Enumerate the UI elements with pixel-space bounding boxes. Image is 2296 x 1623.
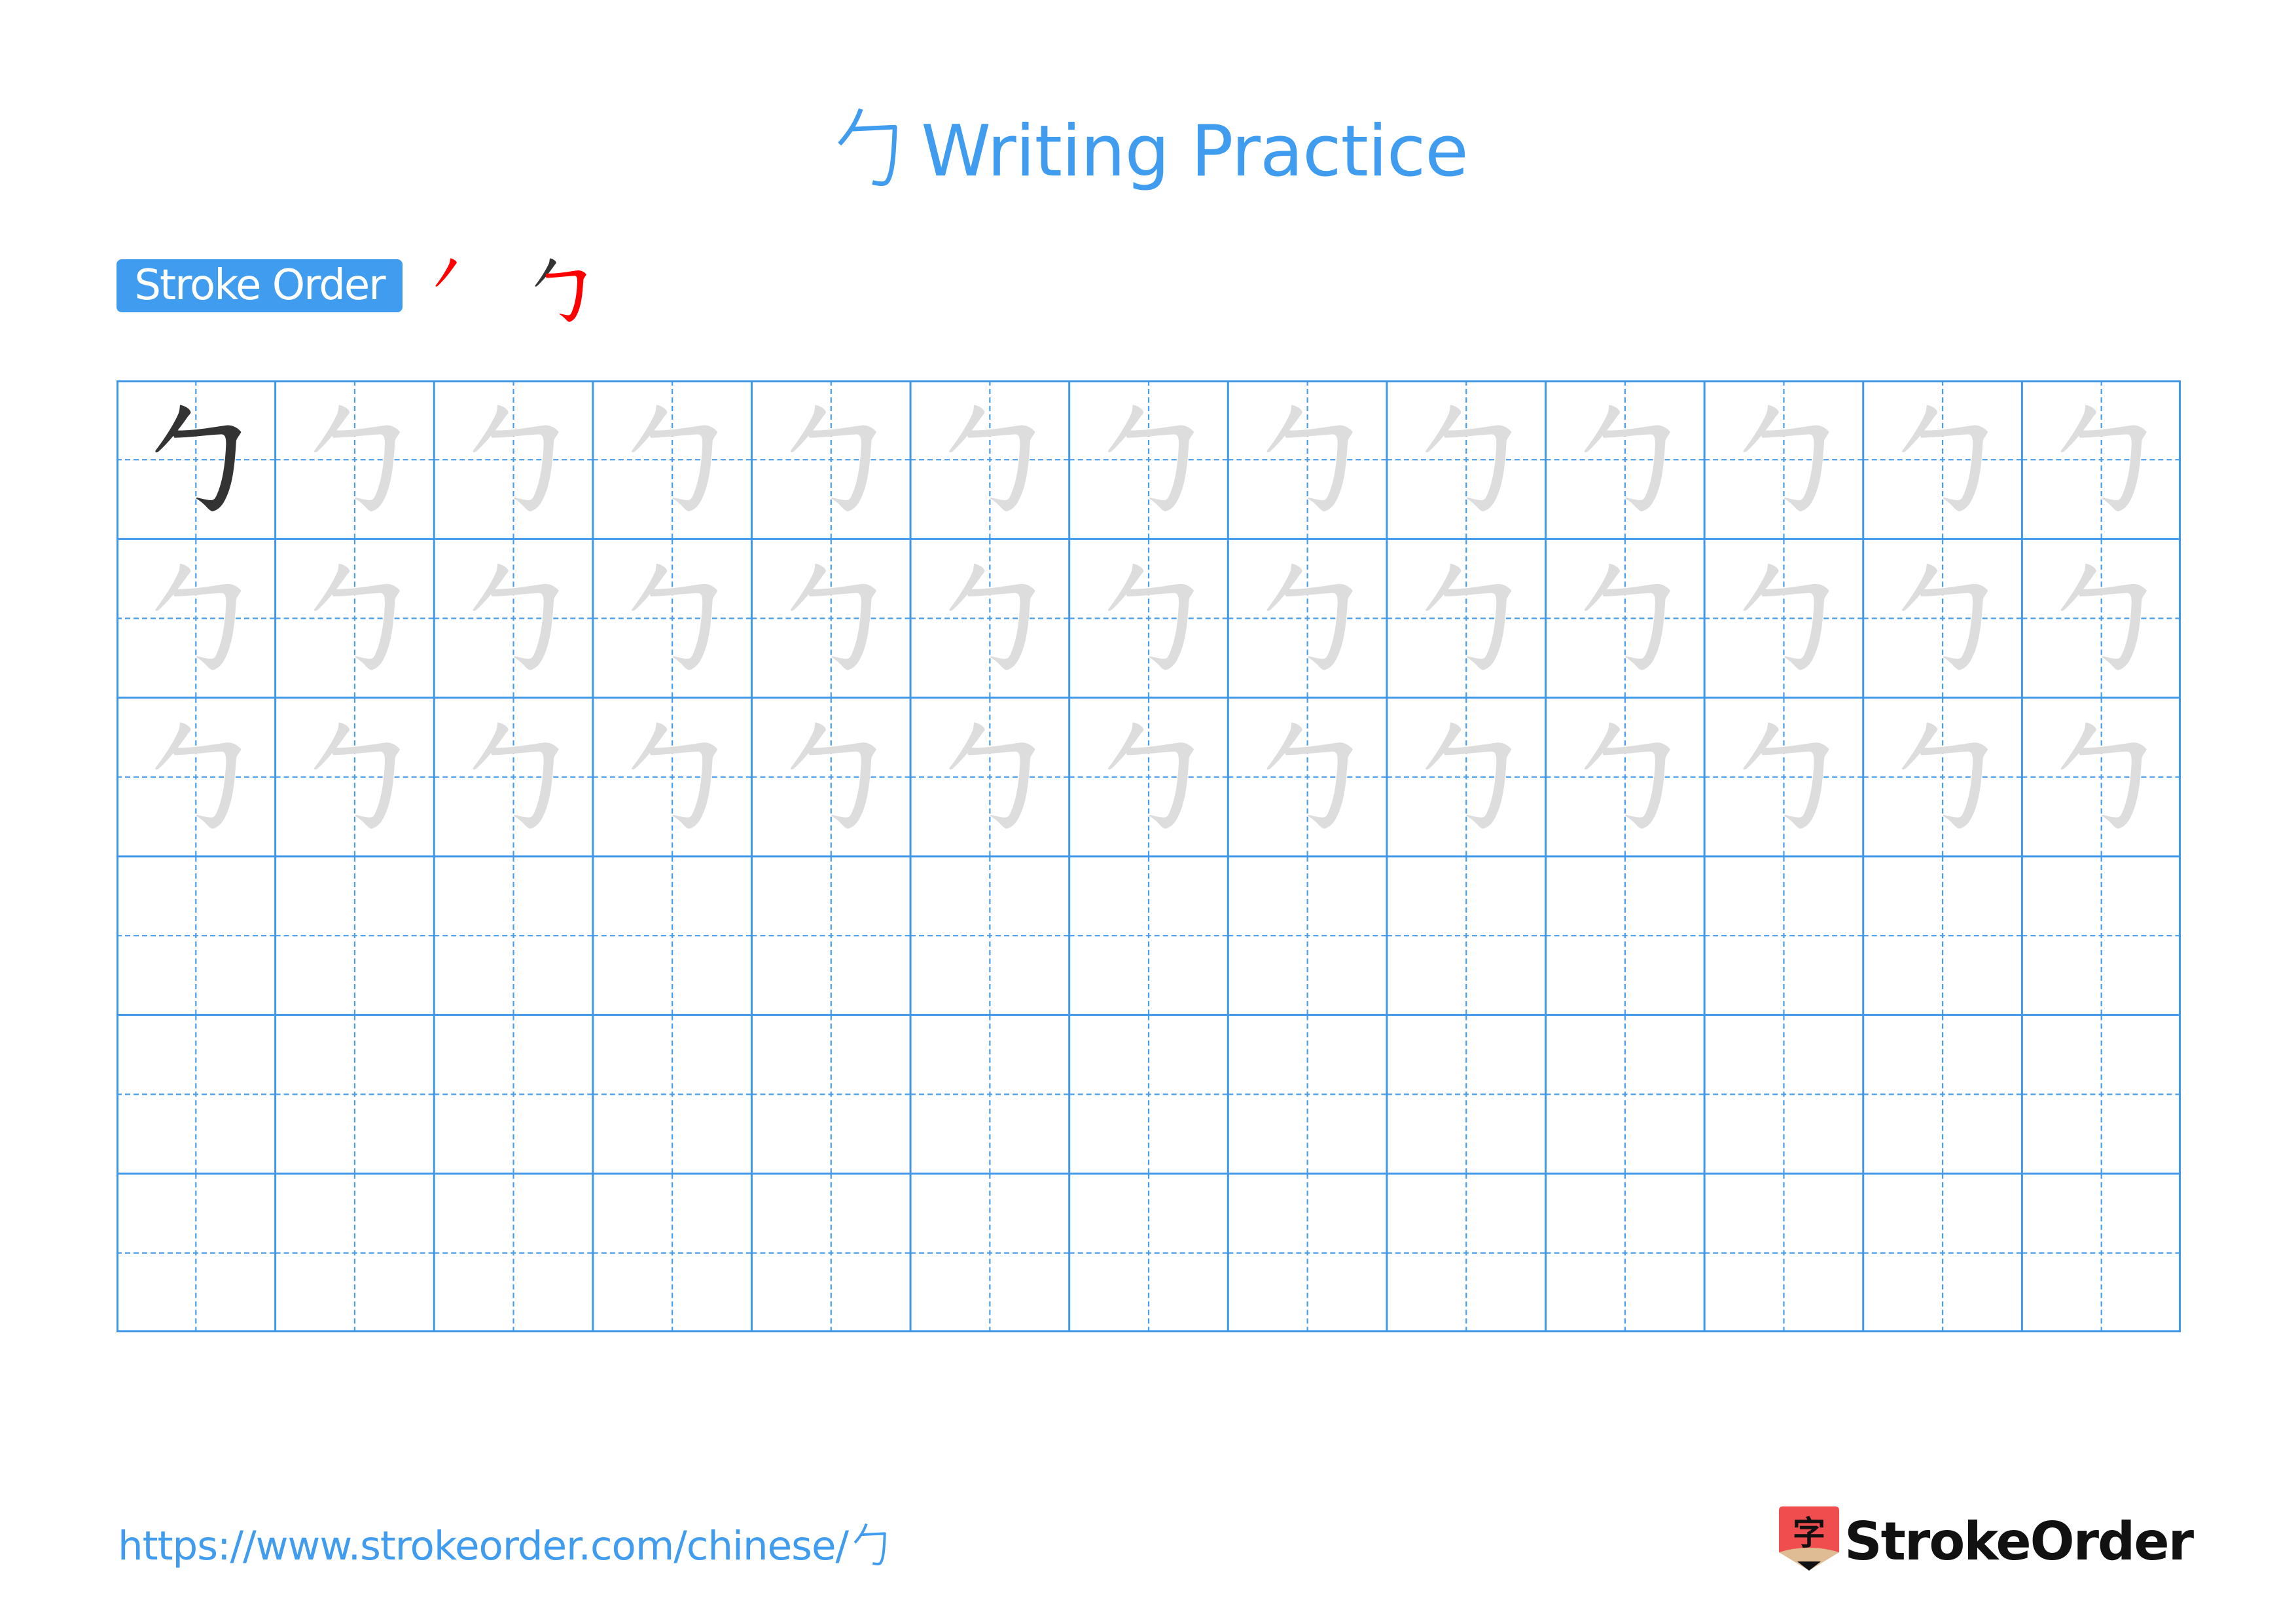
footer-url[interactable]: https://www.strokeorder.com/chinese/ [118, 1520, 891, 1573]
footer-url-text[interactable]: https://www.strokeorder.com/chinese/ [118, 1523, 849, 1569]
stroke-1-done [535, 258, 556, 287]
brand-name: StrokeOrder [1844, 1511, 2194, 1572]
stroke-step-2 [535, 258, 586, 322]
brand-logo[interactable]: 字 StrokeOrder [1779, 1506, 2194, 1578]
title-text: Writing Practice [921, 111, 1468, 192]
stroke-1-current [435, 258, 457, 287]
practice-grid-canvas [117, 380, 2181, 1332]
stroke-2-current [545, 270, 586, 322]
stroke-order-badge: Stroke Order [117, 259, 403, 312]
practice-grid [117, 380, 2181, 1332]
footer-url-character [853, 1523, 886, 1565]
page-title: Writing Practice [0, 105, 2296, 198]
stroke-step-1 [435, 258, 457, 287]
pencil-logo-icon: 字 [1779, 1506, 1839, 1571]
title-character-glyph [838, 108, 897, 187]
logo-char: 字 [1793, 1514, 1825, 1552]
